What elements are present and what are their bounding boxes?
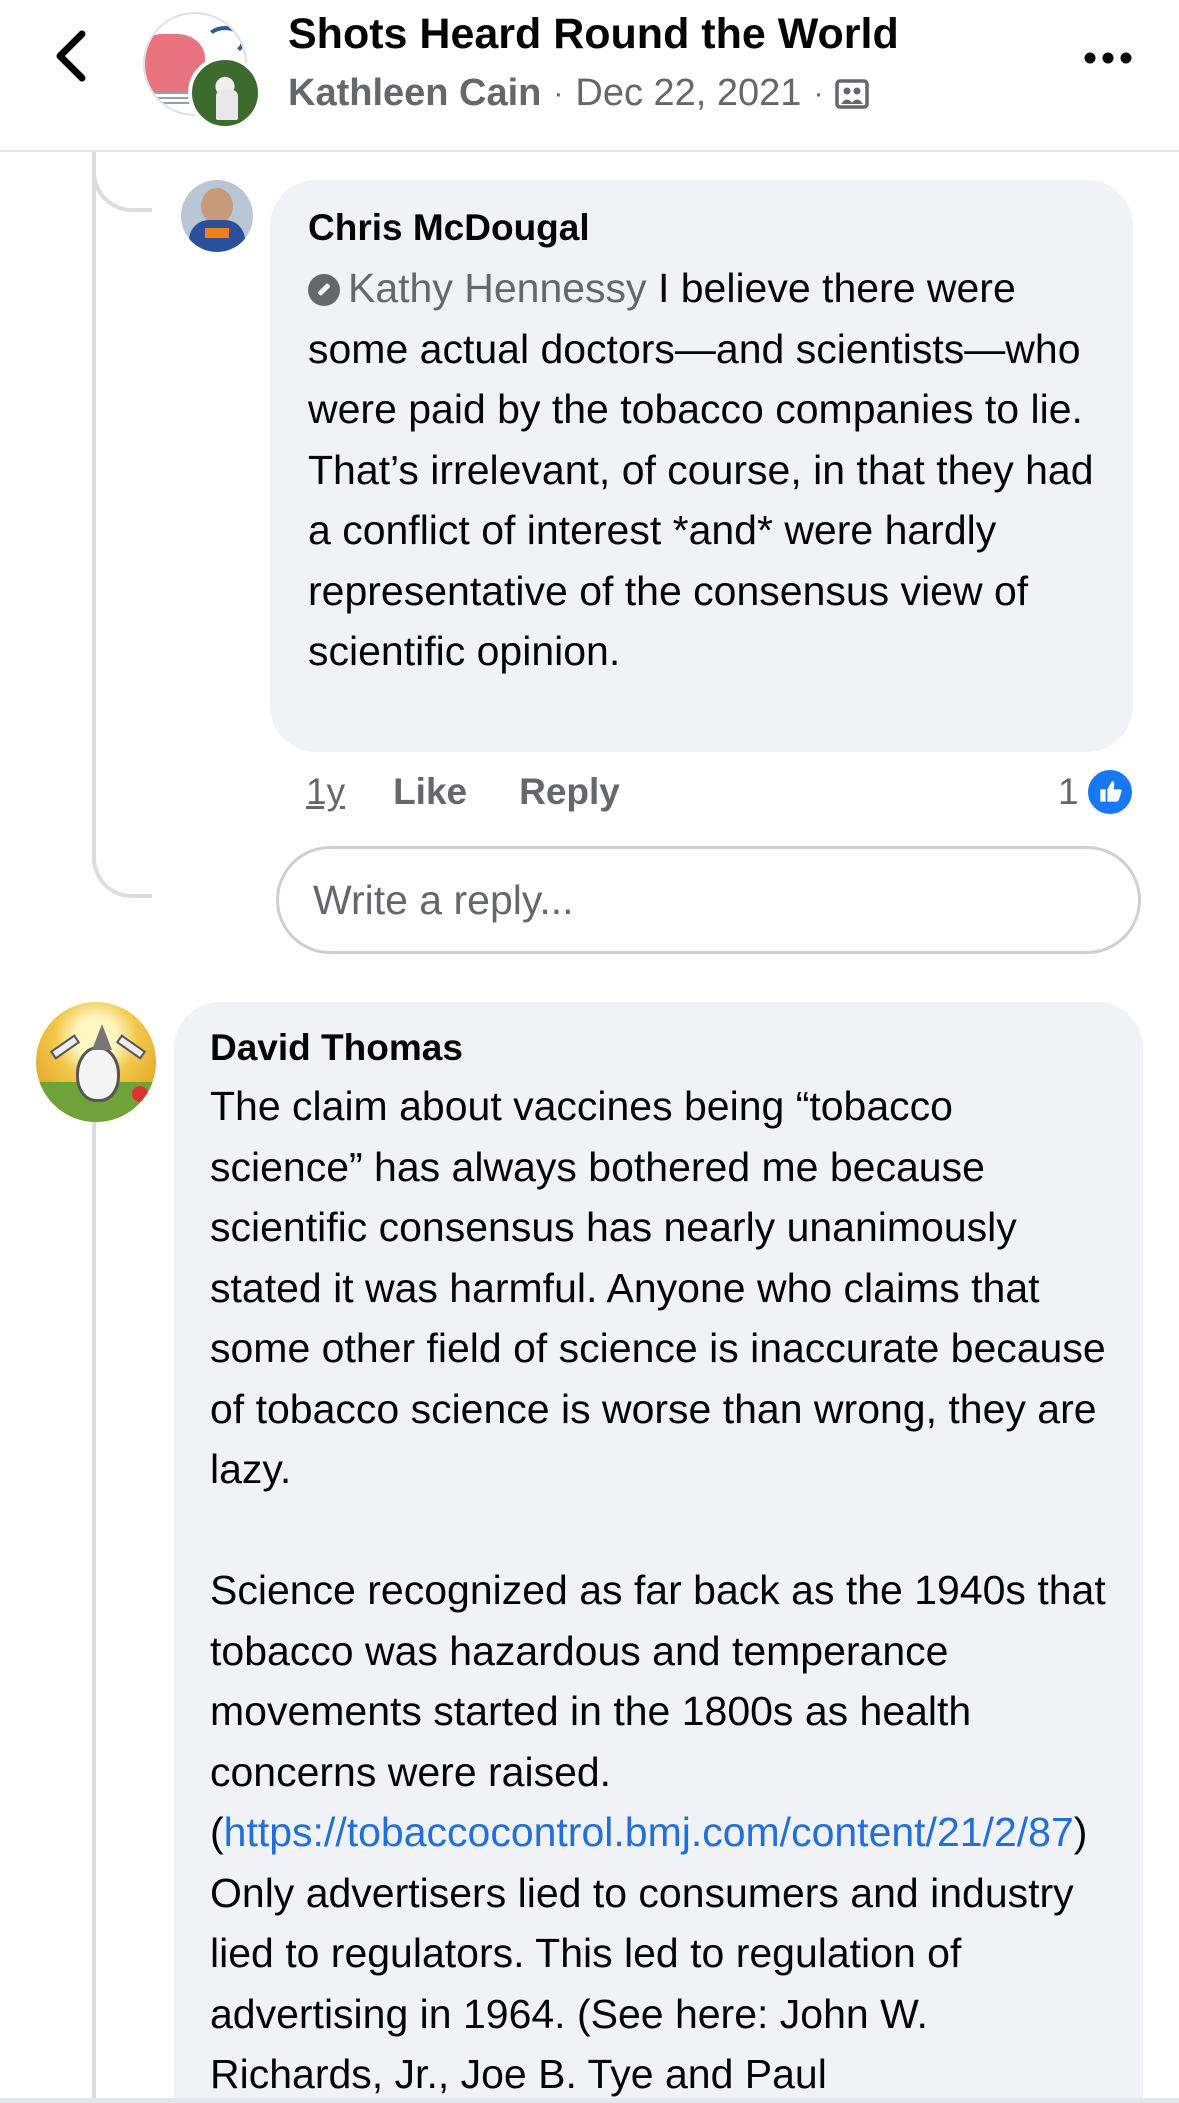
meta-separator: ·	[553, 76, 564, 110]
reply-placeholder: Write a reply...	[313, 876, 574, 923]
reaction-summary[interactable]: 1	[1058, 764, 1135, 820]
author-avatar[interactable]	[188, 56, 262, 130]
commenter-name[interactable]: Chris McDougal	[308, 204, 1095, 252]
post-meta: Kathleen Cain · Dec 22, 2021 ·	[288, 72, 870, 115]
comment-bubble: Chris McDougal Kathy Hennessy I believe …	[270, 180, 1133, 752]
comment-timestamp[interactable]: 1y	[306, 771, 345, 813]
reply-button[interactable]: Reply	[519, 771, 620, 813]
comment-actions: 1y Like Reply	[306, 764, 620, 820]
thread-connector	[92, 820, 152, 898]
thread-connector	[92, 152, 152, 212]
reaction-count: 1	[1058, 771, 1079, 812]
meta-separator: ·	[813, 76, 824, 110]
comment-bubble: David Thomas The claim about vaccines be…	[174, 1002, 1143, 2103]
reply-input[interactable]: Write a reply...	[276, 846, 1141, 954]
external-link[interactable]: https://tobaccocontrol.bmj.com/content/2…	[224, 1809, 1074, 1855]
group-icon	[835, 78, 870, 109]
thumbs-up-icon	[1084, 767, 1135, 817]
commenter-avatar[interactable]	[181, 180, 253, 252]
post-author[interactable]: Kathleen Cain	[288, 72, 541, 115]
mention-icon	[308, 274, 340, 306]
post-date[interactable]: Dec 22, 2021	[575, 72, 801, 115]
commenter-avatar[interactable]	[36, 1002, 156, 1122]
back-chevron-icon[interactable]	[44, 26, 100, 86]
thread-line	[92, 152, 96, 852]
mention-link[interactable]: Kathy Hennessy	[308, 265, 647, 311]
comment-text: The claim about vaccines being “tobacco …	[210, 1083, 1106, 2097]
like-button[interactable]: Like	[393, 771, 467, 813]
post-title[interactable]: Shots Heard Round the World	[288, 10, 899, 59]
commenter-name[interactable]: David Thomas	[210, 1024, 1107, 1072]
more-options-icon[interactable]	[1078, 38, 1138, 78]
thread-line	[92, 1093, 96, 2103]
comment-text: Kathy Hennessy I believe there were some…	[308, 265, 1094, 674]
post-header: Shots Heard Round the World Kathleen Cai…	[0, 0, 1179, 152]
bottom-divider	[0, 2098, 1179, 2103]
